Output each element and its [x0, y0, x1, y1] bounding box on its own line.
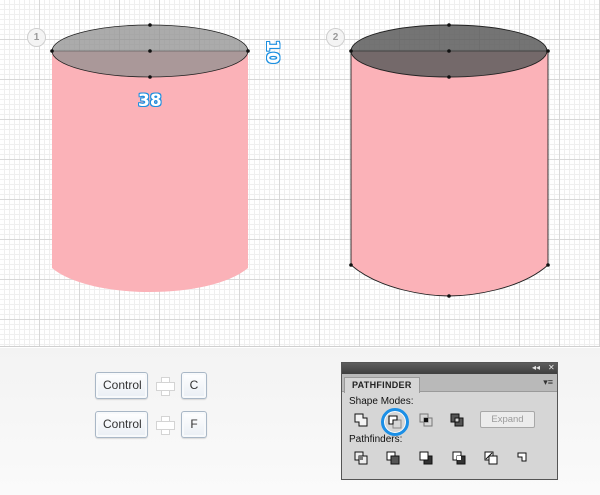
merge-icon[interactable] — [417, 449, 435, 467]
anchor-point[interactable] — [246, 49, 250, 53]
plus-icon — [156, 377, 175, 396]
control-key: Control — [95, 372, 148, 399]
height-dimension-label: 10 — [262, 40, 282, 64]
unite-icon[interactable] — [352, 411, 370, 429]
exclude-icon[interactable] — [448, 411, 466, 429]
panel-tab-row: PATHFINDER ▾≡ — [342, 374, 557, 393]
cylinder-step-1[interactable] — [50, 23, 250, 292]
anchor-point[interactable] — [447, 23, 451, 27]
divide-icon[interactable] — [352, 449, 370, 467]
cylinder-body-2[interactable] — [350, 50, 549, 297]
artwork — [50, 23, 550, 298]
control-key: Control — [95, 411, 148, 438]
step-2-badge: 2 — [326, 28, 345, 47]
anchor-point[interactable] — [148, 75, 152, 79]
pathfinder-panel: ◂◂ ✕ PATHFINDER ▾≡ Shape Modes: Expand P… — [341, 362, 558, 480]
anchor-point[interactable] — [447, 75, 451, 79]
artboard: 1 2 10 38 — [0, 0, 600, 347]
cylinder-body-1[interactable] — [52, 51, 248, 292]
shape-modes-label: Shape Modes: — [349, 396, 414, 407]
anchor-point[interactable] — [148, 23, 152, 27]
crop-icon[interactable] — [450, 449, 468, 467]
step-1-badge: 1 — [27, 28, 46, 47]
outline-icon[interactable] — [482, 449, 500, 467]
tab-pathfinder[interactable]: PATHFINDER — [344, 377, 420, 393]
anchor-point[interactable] — [349, 49, 353, 53]
width-dimension-label: 38 — [138, 91, 162, 111]
minus-back-icon[interactable] — [513, 449, 531, 467]
cylinder-step-2[interactable] — [349, 23, 550, 298]
c-key: C — [181, 372, 207, 399]
panel-menu-icon[interactable]: ▾≡ — [543, 377, 553, 388]
trim-icon[interactable] — [384, 449, 402, 467]
collapse-panel-button[interactable]: ◂◂ — [532, 362, 540, 373]
f-key: F — [181, 411, 207, 438]
panel-titlebar[interactable]: ◂◂ ✕ — [342, 363, 557, 374]
anchor-point[interactable] — [546, 49, 550, 53]
close-panel-button[interactable]: ✕ — [548, 362, 555, 373]
pathfinders-label: Pathfinders: — [349, 434, 403, 445]
expand-button[interactable]: Expand — [480, 411, 535, 428]
anchor-point[interactable] — [349, 263, 353, 267]
anchor-point[interactable] — [447, 49, 451, 53]
anchor-point[interactable] — [447, 294, 451, 298]
intersect-icon[interactable] — [417, 411, 435, 429]
anchor-point[interactable] — [148, 49, 152, 53]
anchor-point[interactable] — [50, 49, 54, 53]
plus-icon — [156, 416, 175, 435]
minus-front-icon[interactable] — [386, 413, 404, 431]
anchor-point[interactable] — [546, 263, 550, 267]
